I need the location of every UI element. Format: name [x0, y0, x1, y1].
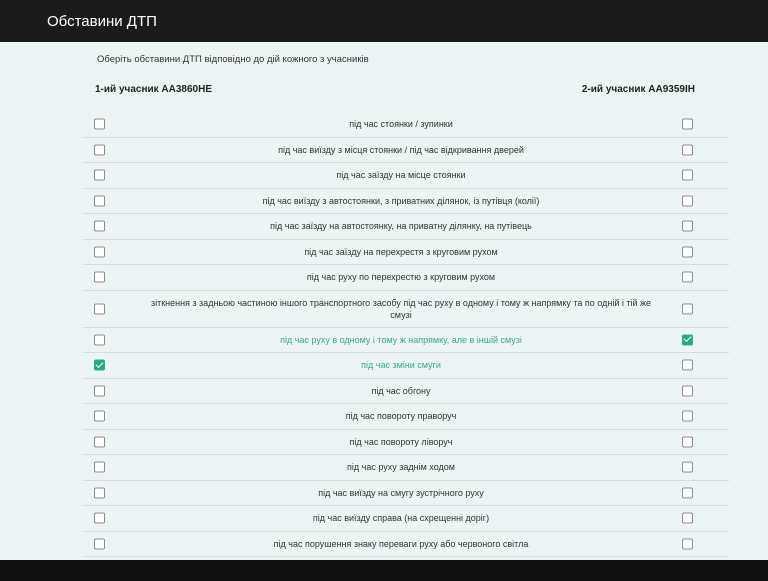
circumstance-label: під час порушення знаку переваги руху аб… [273, 538, 529, 549]
circumstance-row: під час повороту праворуч [83, 404, 729, 430]
participant-2-checkbox[interactable] [682, 334, 693, 346]
participant-2-checkbox[interactable] [682, 144, 693, 156]
participant-2-checkbox[interactable] [682, 359, 693, 371]
circumstance-row: під час виїзду на смугу зустрічного руху [83, 481, 729, 506]
participant-1-checkbox[interactable] [94, 512, 105, 524]
participant-2-checkbox[interactable] [682, 246, 693, 258]
participant-2-checkbox[interactable] [682, 220, 693, 232]
check-icon [95, 359, 104, 368]
circumstance-label: під час виїзду з автостоянки, з приватни… [262, 195, 540, 206]
circumstance-row: під час руху по перехрестю з круговим ру… [83, 265, 729, 291]
instruction-text: Оберіть обставини ДТП відповідно до дій … [97, 54, 369, 65]
participant-1-checkbox[interactable] [94, 385, 105, 397]
circumstance-label: під час стоянки / зупинки [349, 119, 453, 130]
circumstance-label: під час повороту ліворуч [349, 436, 453, 447]
participant-1-checkbox[interactable] [94, 487, 105, 499]
participant-2-checkbox[interactable] [682, 410, 693, 422]
circumstance-label: під час руху заднім ходом [347, 462, 455, 473]
participant-2-checkbox[interactable] [682, 538, 693, 550]
circumstance-row: під час руху заднім ходом [83, 455, 729, 481]
circumstance-label: під час виїзду з місця стоянки / під час… [278, 144, 524, 155]
circumstance-label: під час зміни смуги [361, 360, 441, 371]
participant-1-checkbox[interactable] [94, 118, 105, 130]
window-title: Обставини ДТП [47, 12, 157, 30]
participant-2-checkbox[interactable] [682, 195, 693, 207]
circumstance-label: під час заїзду на місце стоянки [336, 170, 466, 181]
circumstance-label: під час виїзду справа (на схрещенні дорі… [312, 513, 490, 524]
circumstance-label: під час виїзду на смугу зустрічного руху [318, 487, 484, 498]
participant-2-checkbox[interactable] [682, 436, 693, 448]
participant-1-checkbox[interactable] [94, 359, 105, 371]
title-bar: Обставини ДТП [0, 0, 768, 42]
participant-1-heading: 1-ий учасник АА3860НЕ [95, 84, 213, 95]
circumstance-label: під час заїзду на перехрестя з круговим … [304, 246, 498, 257]
participant-1-checkbox[interactable] [94, 303, 105, 314]
participant-1-checkbox[interactable] [94, 461, 105, 473]
circumstance-label: під час повороту праворуч [345, 411, 457, 422]
circumstance-label: під час заїзду на автостоянку, на приват… [270, 221, 532, 232]
participant-2-checkbox[interactable] [682, 118, 693, 130]
circumstance-row: під час порушення знаку переваги руху аб… [83, 532, 729, 557]
circumstance-label: під час руху по перехрестю з круговим ру… [306, 272, 496, 283]
participant-2-checkbox[interactable] [682, 512, 693, 524]
circumstance-row: під час заїзду на місце стоянки [83, 163, 729, 189]
circumstance-row: під час заїзду на автостоянку, на приват… [83, 214, 729, 240]
participant-1-checkbox[interactable] [94, 169, 105, 181]
circumstance-label: під час руху в одному і тому ж напрямку,… [280, 334, 522, 345]
participant-2-heading: 2-ий учасник АА9359ІН [581, 84, 695, 95]
participant-1-checkbox[interactable] [94, 271, 105, 283]
participant-2-checkbox[interactable] [682, 385, 693, 397]
circumstance-label: зіткнення з задньою частиною іншого тран… [150, 297, 652, 320]
circumstances-panel: Оберіть обставини ДТП відповідно до дій … [0, 42, 768, 560]
participant-1-checkbox[interactable] [94, 334, 105, 346]
participant-2-checkbox[interactable] [682, 487, 693, 499]
bottom-bar [0, 560, 768, 581]
circumstances-list: під час стоянки / зупинки під час виїзду … [83, 112, 729, 557]
circumstance-row: під час стоянки / зупинки [83, 112, 729, 138]
participant-2-checkbox[interactable] [682, 169, 693, 181]
circumstance-label: під час обгону [371, 385, 431, 396]
participant-2-checkbox[interactable] [682, 461, 693, 473]
circumstance-row: під час виїзду справа (на схрещенні дорі… [83, 506, 729, 532]
circumstance-row: під час повороту ліворуч [83, 430, 729, 455]
participant-1-checkbox[interactable] [94, 220, 105, 232]
participant-1-checkbox[interactable] [94, 410, 105, 422]
circumstance-row: під час руху в одному і тому ж напрямку,… [83, 328, 729, 353]
participant-2-checkbox[interactable] [682, 271, 693, 283]
participant-1-checkbox[interactable] [94, 246, 105, 258]
participant-1-checkbox[interactable] [94, 436, 105, 448]
participant-1-checkbox[interactable] [94, 144, 105, 156]
circumstance-row: під час виїзду з автостоянки, з приватни… [83, 189, 729, 214]
circumstance-row: під час зміни смуги [83, 353, 729, 379]
circumstance-row: зіткнення з задньою частиною іншого тран… [83, 291, 729, 328]
circumstance-row: під час заїзду на перехрестя з круговим … [83, 240, 729, 265]
circumstance-row: під час обгону [83, 379, 729, 404]
participant-2-checkbox[interactable] [682, 303, 693, 314]
participant-1-checkbox[interactable] [94, 195, 105, 207]
circumstance-row: під час виїзду з місця стоянки / під час… [83, 138, 729, 163]
check-icon [683, 334, 692, 343]
participant-1-checkbox[interactable] [94, 538, 105, 550]
